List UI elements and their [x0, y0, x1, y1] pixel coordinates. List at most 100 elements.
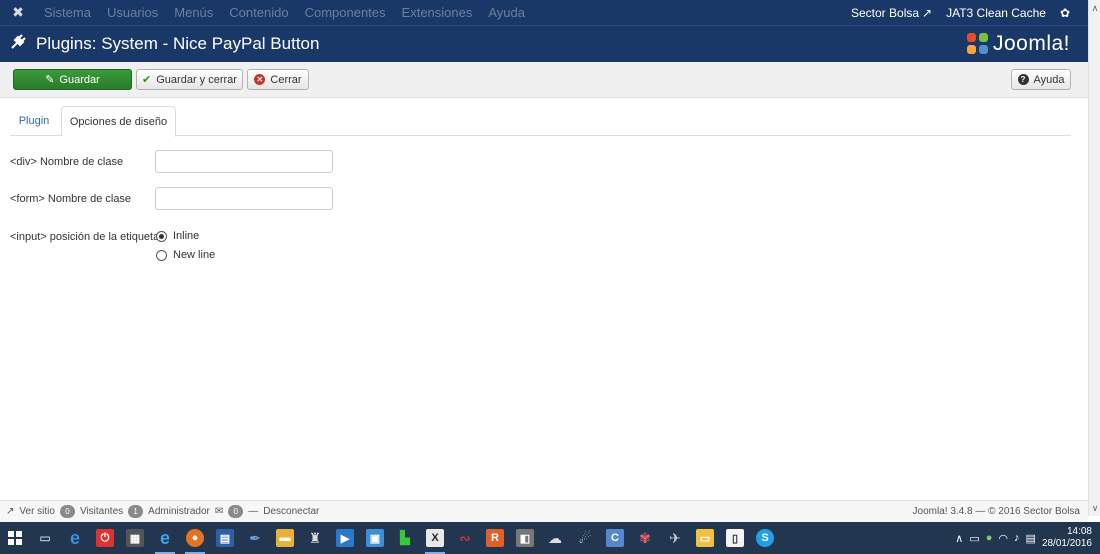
word-processor-icon[interactable]: ▤ — [210, 522, 240, 554]
tab-bar: Plugin Opciones de diseño — [10, 106, 1071, 137]
form-class-label: <form> Nombre de clase — [10, 193, 132, 205]
question-circle-icon: ? — [1017, 74, 1029, 85]
radio-new-line-label: New line — [173, 249, 216, 261]
save-close-label: Guardar y cerrar — [156, 73, 237, 86]
cloud-app-icon[interactable]: ☁ — [540, 522, 570, 554]
menu-item-usuarios[interactable]: Usuarios — [99, 0, 166, 25]
visitors-label: Visitantes — [79, 506, 124, 517]
shield-icon[interactable]: ● — [986, 532, 993, 544]
gear-icon[interactable]: ✿ — [1060, 6, 1070, 20]
clock[interactable]: 14:08 28/01/2016 — [1042, 526, 1092, 550]
brand-wordmark: Joomla! — [992, 32, 1070, 55]
menu-item-menus[interactable]: Menús — [166, 0, 221, 25]
satellite-app-icon[interactable]: ✈ — [660, 522, 690, 554]
div-class-input[interactable] — [155, 150, 333, 173]
edit-icon: ✎ — [45, 74, 55, 86]
view-site-link[interactable]: Ver sitio — [19, 506, 55, 517]
page-title: Plugins: System - Nice PayPal Button — [36, 34, 320, 53]
photos-app-icon[interactable]: ▣ — [360, 522, 390, 554]
skype-icon[interactable]: S — [750, 522, 780, 554]
edge-browser-icon[interactable]: e — [60, 522, 90, 554]
toolbar: ✎ Guardar ✔ Guardar y cerrar ✕ Cerrar ? … — [0, 62, 1088, 98]
div-class-label: <div> Nombre de clase — [10, 156, 124, 168]
admins-count-badge: 1 — [128, 505, 144, 518]
calculator-icon[interactable]: ▦ — [120, 522, 150, 554]
radio-new-line[interactable]: New line — [156, 249, 215, 261]
checkmark-icon: ✔ — [142, 74, 152, 86]
battery-icon[interactable]: ▭ — [969, 532, 979, 545]
site-link[interactable]: Sector Bolsa ↗ — [851, 6, 932, 20]
vertical-scrollbar[interactable]: ∧ ∨ — [1088, 0, 1100, 516]
folder-app-icon[interactable]: ▭ — [690, 522, 720, 554]
wave-app-icon[interactable]: ∾ — [450, 522, 480, 554]
tab-layout-options[interactable]: Opciones de diseño — [61, 106, 176, 137]
radio-new-line-dot[interactable] — [156, 249, 167, 261]
paint-app-icon[interactable]: ✾ — [630, 522, 660, 554]
radio-inline-dot[interactable] — [156, 230, 167, 242]
menu-item-ayuda[interactable]: Ayuda — [480, 0, 533, 25]
media-player-icon[interactable]: ▶ — [330, 522, 360, 554]
clean-cache-link[interactable]: JAT3 Clean Cache — [946, 6, 1046, 20]
system-tray: ∧ ▭ ● ◠ ♪ ▤ 14:08 28/01/2016 — [955, 526, 1100, 550]
scroll-up-arrow-icon[interactable]: ∧ — [1089, 1, 1100, 15]
input-label-position-label: <input> posición de la etiqueta — [10, 231, 160, 243]
firefox-icon[interactable]: ● — [180, 522, 210, 554]
close-label: Cerrar — [270, 73, 302, 86]
power-app-icon[interactable]: ⏻ — [90, 522, 120, 554]
tray-chevron-up-icon[interactable]: ∧ — [955, 532, 963, 545]
file-explorer-icon[interactable]: ▬ — [270, 522, 300, 554]
top-right-links: Sector Bolsa ↗ JAT3 Clean Cache ✿ — [851, 6, 1088, 20]
wifi-icon[interactable]: ◠ — [998, 532, 1008, 545]
menu-item-componentes[interactable]: Componentes — [297, 0, 394, 25]
chart-app-icon[interactable]: ☄ — [570, 522, 600, 554]
help-label: Ayuda — [1033, 73, 1065, 86]
radio-inline-label: Inline — [173, 230, 200, 242]
save-and-close-button[interactable]: ✔ Guardar y cerrar — [136, 69, 243, 90]
admin-top-menu: ✖ Sistema Usuarios Menús Contenido Compo… — [0, 0, 1088, 25]
save-button[interactable]: ✎ Guardar — [13, 69, 132, 90]
menu-item-contenido[interactable]: Contenido — [221, 0, 296, 25]
trophy-app-icon[interactable]: ♜ — [300, 522, 330, 554]
radio-inline[interactable]: Inline — [156, 230, 199, 242]
clock-time: 14:08 — [1066, 526, 1092, 537]
menu-item-sistema[interactable]: Sistema — [36, 0, 99, 25]
volume-icon[interactable]: ♪ — [1014, 532, 1020, 544]
site-link-label: Sector Bolsa — [851, 5, 920, 20]
stock-chart-icon[interactable]: ▙ — [390, 522, 420, 554]
envelope-icon: ✉ — [214, 506, 224, 517]
joomla-mark-icon — [966, 33, 989, 55]
clock-date: 28/01/2016 — [1041, 538, 1092, 549]
logout-link[interactable]: Desconectar — [263, 506, 319, 517]
form-class-input[interactable] — [155, 187, 333, 210]
footer-copyright: Joomla! 3.4.8 — © 2016 Sector Bolsa — [912, 506, 1080, 517]
main-menu: Sistema Usuarios Menús Contenido Compone… — [36, 0, 533, 25]
c-app-icon[interactable]: C — [600, 522, 630, 554]
windows-taskbar: ▭ e ⏻ ▦ e ● ▤ ✒ ▬ ♜ ▶ ▣ ▙ X ∾ R ◧ ☁ ☄ C … — [0, 522, 1100, 554]
help-button[interactable]: ? Ayuda — [1011, 69, 1071, 90]
feather-app-icon[interactable]: ✒ — [240, 522, 270, 554]
joomla-logo-icon[interactable]: ✖ — [0, 0, 36, 25]
menu-item-extensiones[interactable]: Extensiones — [394, 0, 481, 25]
plugin-icon — [0, 33, 36, 56]
excel-x-icon[interactable]: X — [420, 522, 450, 554]
scroll-down-arrow-icon[interactable]: ∨ — [1089, 501, 1100, 515]
page-header: Plugins: System - Nice PayPal Button Joo… — [0, 25, 1088, 62]
close-button[interactable]: ✕ Cerrar — [247, 69, 309, 90]
windows-start-icon[interactable] — [0, 522, 30, 554]
internet-explorer-icon[interactable]: e — [150, 522, 180, 554]
notification-icon[interactable]: ▤ — [1026, 532, 1036, 545]
cancel-circle-icon: ✕ — [254, 74, 266, 85]
notepad-icon[interactable]: ▯ — [720, 522, 750, 554]
window-app-icon[interactable]: ◧ — [510, 522, 540, 554]
messages-count-badge[interactable]: 0 — [228, 505, 244, 518]
task-view-icon[interactable]: ▭ — [30, 522, 60, 554]
r-app-icon[interactable]: R — [480, 522, 510, 554]
save-label: Guardar — [59, 73, 100, 86]
external-link-icon: ↗ — [922, 5, 933, 20]
tab-plugin[interactable]: Plugin — [10, 106, 58, 136]
external-link-icon: ↗ — [6, 506, 15, 517]
status-bar: ↗ Ver sitio 0 Visitantes 1 Administrador… — [0, 500, 1088, 522]
visitors-count-badge: 0 — [59, 505, 75, 518]
minus-icon: — — [248, 506, 259, 517]
admins-label: Administrador — [148, 506, 210, 517]
